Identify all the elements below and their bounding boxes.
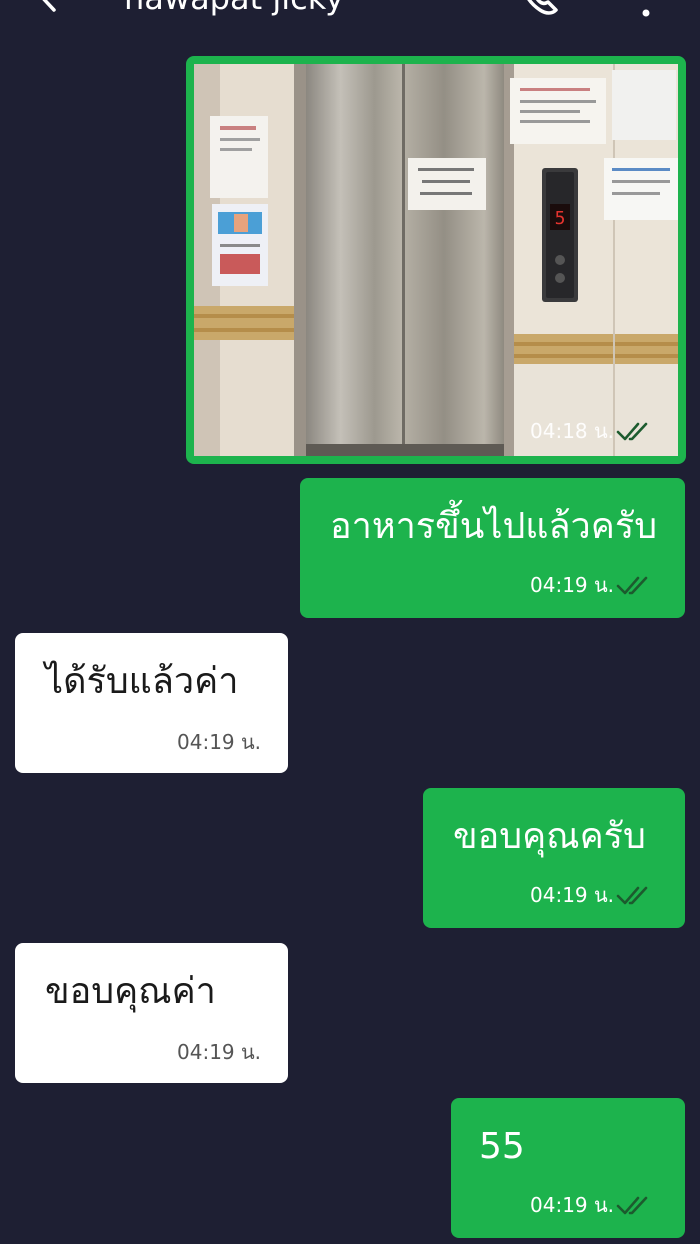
message-time: 04:18 น. xyxy=(530,419,615,443)
more-vert-icon[interactable] xyxy=(636,0,656,20)
image-message[interactable]: 5 xyxy=(186,56,686,464)
double-check-icon xyxy=(616,1196,648,1215)
back-arrow-icon[interactable] xyxy=(32,0,66,12)
double-check-icon xyxy=(616,886,648,905)
message-time: 04:19 น. xyxy=(530,1193,615,1217)
message-bubble-outgoing[interactable]: 55 04:19 น. xyxy=(451,1098,685,1238)
contact-name[interactable]: nawapat jicky xyxy=(124,0,344,18)
double-check-icon xyxy=(616,576,648,595)
message-time: 04:19 น. xyxy=(530,883,615,907)
elevator-photo[interactable]: 5 xyxy=(194,64,678,456)
message-bubble-incoming[interactable]: ขอบคุณค่า 04:19 น. xyxy=(15,943,288,1083)
message-text: ขอบคุณครับ xyxy=(453,816,646,857)
message-bubble-outgoing[interactable]: อาหารขึ้นไปแล้วครับ 04:19 น. xyxy=(300,478,685,618)
phone-icon[interactable] xyxy=(518,0,562,16)
double-check-icon xyxy=(616,422,648,441)
floor-display: 5 xyxy=(555,208,566,229)
message-text: อาหารขึ้นไปแล้วครับ xyxy=(330,506,658,547)
message-text: ได้รับแล้วค่า xyxy=(45,661,239,702)
message-time: 04:19 น. xyxy=(530,573,615,597)
chat-header: nawapat jicky xyxy=(0,0,700,40)
message-text: ขอบคุณค่า xyxy=(45,971,216,1012)
message-time: 04:19 น. xyxy=(177,730,262,754)
message-bubble-incoming[interactable]: ได้รับแล้วค่า 04:19 น. xyxy=(15,633,288,773)
message-time: 04:19 น. xyxy=(177,1040,262,1064)
message-text: 55 xyxy=(479,1126,525,1167)
message-bubble-outgoing[interactable]: ขอบคุณครับ 04:19 น. xyxy=(423,788,685,928)
